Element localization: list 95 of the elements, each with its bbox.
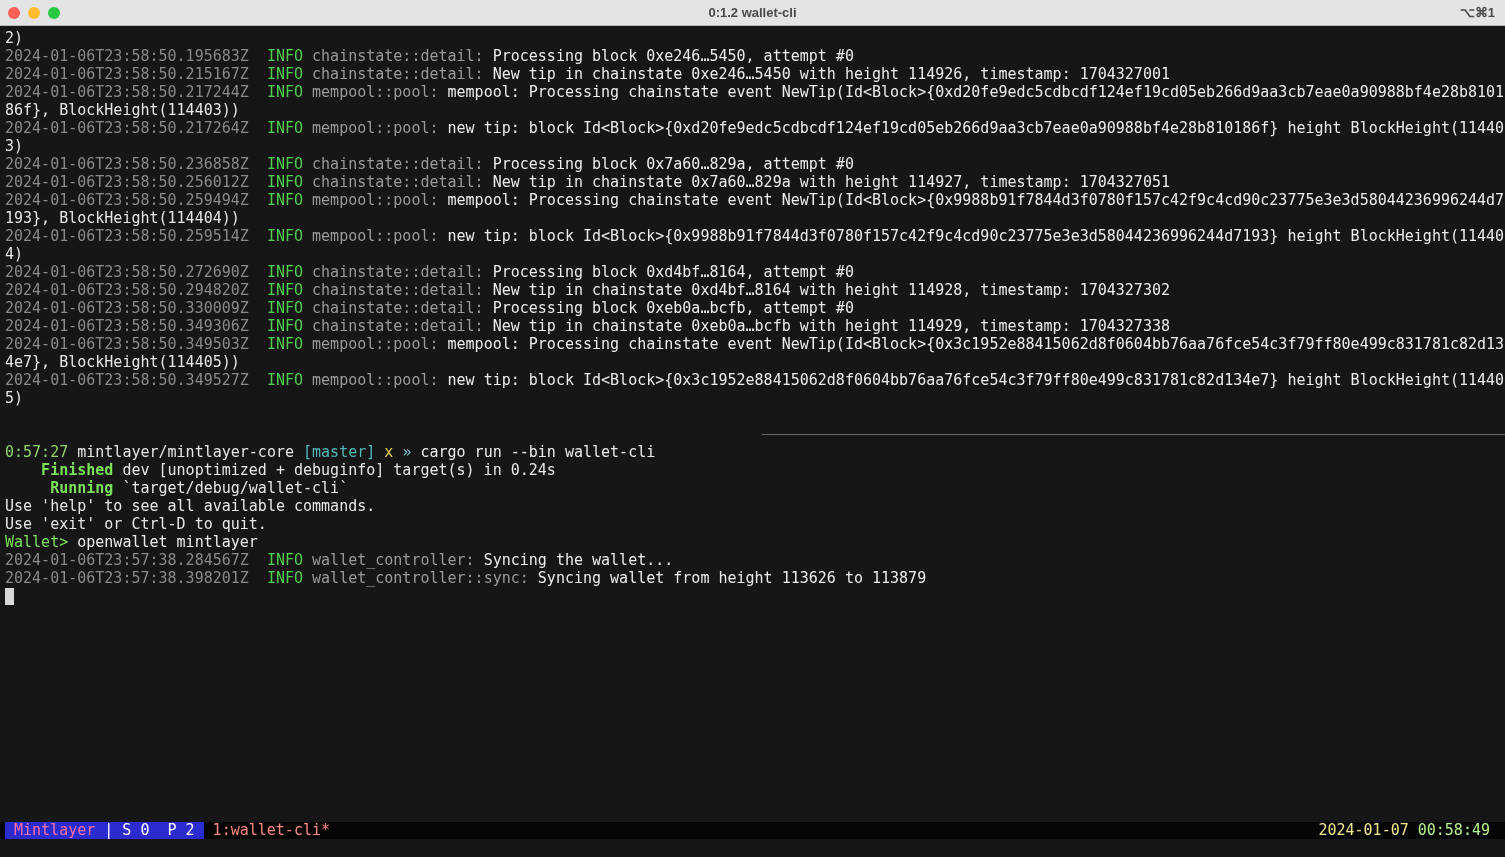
log-target: chainstate::detail: (312, 263, 484, 281)
repl-prompt: Wallet> (5, 533, 69, 551)
log-timestamp: 2024-01-06T23:58:50.349503Z (5, 335, 249, 353)
log-timestamp: 2024-01-06T23:58:50.259514Z (5, 227, 249, 245)
log-timestamp: 2024-01-06T23:58:50.294820Z (5, 281, 249, 299)
cargo-status: Finished (41, 461, 114, 479)
log-message: Processing block 0xe246…5450, attempt #0 (492, 47, 854, 65)
log-level: INFO (266, 155, 304, 173)
output-text: 5) (5, 389, 24, 407)
log-message: Processing block 0xd4bf…8164, attempt #0 (492, 263, 854, 281)
output-text: Use 'exit' or Ctrl-D to quit. (5, 515, 267, 533)
log-timestamp: 2024-01-06T23:57:38.398201Z (5, 569, 249, 587)
log-timestamp: 2024-01-06T23:58:50.349527Z (5, 371, 249, 389)
log-target: chainstate::detail: (312, 173, 484, 191)
window-tab[interactable]: 1:wallet-cli* (212, 822, 330, 839)
output-text: `target/debug/wallet-cli` (122, 479, 349, 497)
output-text: 4e7}, BlockHeight(114405)) (5, 353, 240, 371)
window-title: 0:1.2 wallet-cli (708, 3, 797, 22)
log-message: mempool: Processing chainstate event NewTip(Id<Block>{0x3c1952e88415062d8f0604bb76aa76fce54c3f79ff80e499c831781c82d13 (447, 335, 1505, 353)
log-level: INFO (266, 227, 304, 245)
log-level: INFO (266, 317, 304, 335)
log-timestamp: 2024-01-06T23:58:50.195683Z (5, 47, 249, 65)
output-text: 86f}, BlockHeight(114403)) (5, 101, 240, 119)
log-message: new tip: block Id<Block>{0xd20fe9edc5cdbcdf124ef19cd05eb266d9aa3cb7eae0a90988bf4e28b810186f} height BlockHeight(11440 (447, 119, 1505, 137)
log-level: INFO (266, 371, 304, 389)
log-message: Syncing wallet from height 113626 to 113879 (537, 569, 927, 587)
log-target: mempool::pool: (312, 83, 439, 101)
log-message: New tip in chainstate 0x7a60…829a with height 114927, timestamp: 1704327051 (492, 173, 1170, 191)
log-timestamp: 2024-01-06T23:58:50.217264Z (5, 119, 249, 137)
log-target: chainstate::detail: (312, 47, 484, 65)
log-message: mempool: Processing chainstate event NewTip(Id<Block>{0xd20fe9edc5cdbcdf124ef19cd05eb266d9aa3cb7eae0a90988bf4e28b8101 (447, 83, 1505, 101)
log-message: New tip in chainstate 0xd4bf…8164 with height 114928, timestamp: 1704327302 (492, 281, 1170, 299)
log-level: INFO (266, 263, 304, 281)
prompt-path: mintlayer/mintlayer-core (77, 443, 294, 461)
pane-counts: | S 0 P 2 (104, 822, 195, 839)
log-level: INFO (266, 281, 304, 299)
log-target: mempool::pool: (312, 227, 439, 245)
status-time: 00:58:49 (1417, 822, 1490, 839)
log-target: chainstate::detail: (312, 317, 484, 335)
log-target: mempool::pool: (312, 191, 439, 209)
log-level: INFO (266, 83, 304, 101)
command-text: openwallet mintlayer (77, 533, 258, 551)
log-target: mempool::pool: (312, 335, 439, 353)
log-message: new tip: block Id<Block>{0x3c1952e88415062d8f0604bb76aa76fce54c3f79ff80e499c831781c82d134e7} height BlockHeight(11440 (447, 371, 1505, 389)
session-name: Mintlayer (14, 822, 96, 839)
log-target: mempool::pool: (312, 371, 439, 389)
log-target: mempool::pool: (312, 119, 439, 137)
output-text: Use 'help' to see all available commands. (5, 497, 376, 515)
output-text: 193}, BlockHeight(114404)) (5, 209, 240, 227)
log-level: INFO (266, 119, 304, 137)
log-level: INFO (266, 335, 304, 353)
cargo-status: Running (50, 479, 114, 497)
window-shortcut: ⌥⌘1 (1459, 3, 1496, 22)
output-text: 3) (5, 137, 24, 155)
log-timestamp: 2024-01-06T23:58:50.236858Z (5, 155, 249, 173)
log-timestamp: 2024-01-06T23:58:50.349306Z (5, 317, 249, 335)
log-message: mempool: Processing chainstate event NewTip(Id<Block>{0x9988b91f7844d3f0780f157c42f9c4cd90c23775e3e3d58044236996244d7 (447, 191, 1505, 209)
log-timestamp: 2024-01-06T23:58:50.272690Z (5, 263, 249, 281)
maximize-button[interactable] (48, 6, 60, 19)
prompt-arrow: » (402, 443, 412, 461)
log-target: chainstate::detail: (312, 299, 484, 317)
log-level: INFO (266, 191, 304, 209)
status-date: 2024-01-07 (1318, 822, 1409, 839)
output-text: 4) (5, 245, 24, 263)
log-level: INFO (266, 569, 304, 587)
log-timestamp: 2024-01-06T23:57:38.284567Z (5, 551, 249, 569)
log-message: New tip in chainstate 0xeb0a…bcfb with height 114929, timestamp: 1704327338 (492, 317, 1170, 335)
log-message: Processing block 0x7a60…829a, attempt #0 (492, 155, 854, 173)
log-target: wallet_controller::sync: (312, 569, 529, 587)
log-target: chainstate::detail: (312, 281, 484, 299)
log-timestamp: 2024-01-06T23:58:50.215167Z (5, 65, 249, 83)
log-message: Syncing the wallet... (483, 551, 674, 569)
log-timestamp: 2024-01-06T23:58:50.256012Z (5, 173, 249, 191)
log-level: INFO (266, 47, 304, 65)
log-message: Processing block 0xeb0a…bcfb, attempt #0 (492, 299, 854, 317)
log-target: chainstate::detail: (312, 65, 484, 83)
command-text: cargo run --bin wallet-cli (420, 443, 656, 461)
close-button[interactable] (8, 6, 20, 19)
log-timestamp: 2024-01-06T23:58:50.217244Z (5, 83, 249, 101)
log-level: INFO (266, 551, 304, 569)
log-message: new tip: block Id<Block>{0x9988b91f7844d3f0780f157c42f9c4cd90c23775e3e3d58044236996244d7193} height BlockHeight(11440 (447, 227, 1505, 245)
output-text: 2) (5, 29, 24, 47)
log-level: INFO (266, 173, 304, 191)
prompt-time: 0:57:27 (5, 443, 69, 461)
log-level: INFO (266, 299, 304, 317)
output-text: dev [unoptimized + debuginfo] target(s) in 0.24s (122, 461, 556, 479)
dirty-mark: x (384, 443, 394, 461)
git-branch: [master] (303, 443, 376, 461)
log-level: INFO (266, 65, 304, 83)
log-target: chainstate::detail: (312, 155, 484, 173)
log-timestamp: 2024-01-06T23:58:50.330009Z (5, 299, 249, 317)
minimize-button[interactable] (28, 6, 40, 19)
log-message: New tip in chainstate 0xe246…5450 with height 114926, timestamp: 1704327001 (492, 65, 1170, 83)
log-target: wallet_controller: (312, 551, 475, 569)
log-timestamp: 2024-01-06T23:58:50.259494Z (5, 191, 249, 209)
